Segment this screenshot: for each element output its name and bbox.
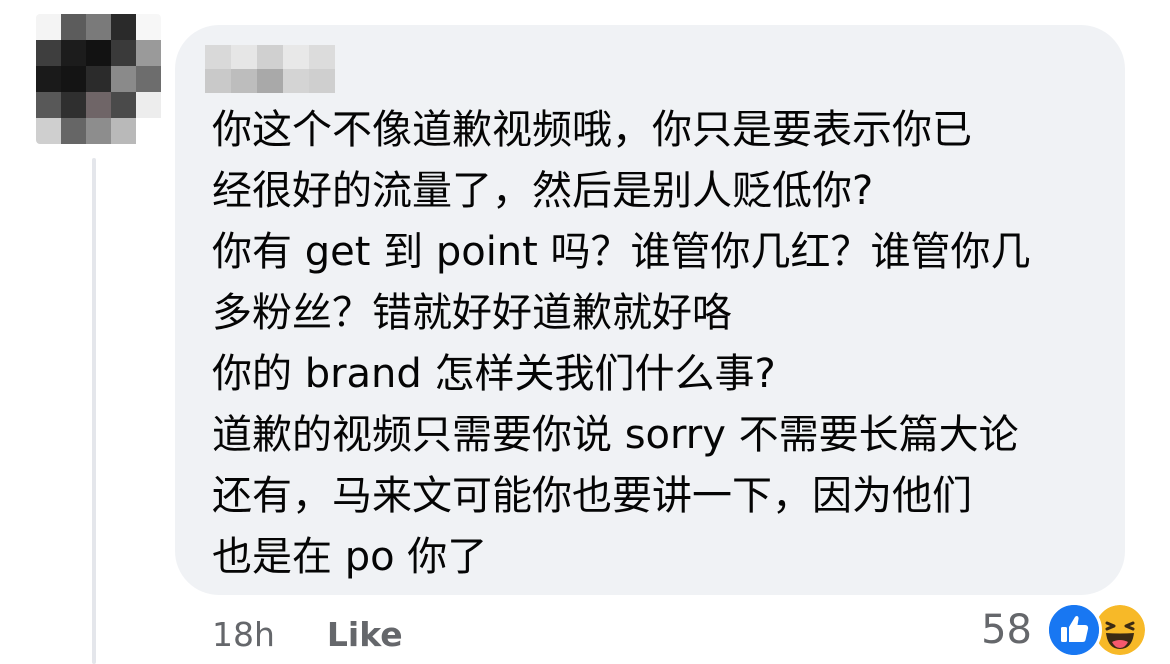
timestamp[interactable]: 18h [212, 615, 275, 654]
avatar[interactable] [36, 14, 161, 144]
comment-line: 道歉的视频只需要你说 sorry 不需要长篇大论 [212, 412, 1019, 458]
like-reaction-icon [1046, 602, 1102, 658]
commenter-name-blurred[interactable] [205, 45, 335, 93]
comment-line: 你的 brand 怎样关我们什么事? [212, 351, 776, 397]
reaction-count: 58 [981, 607, 1032, 653]
comment-text: 你这个不像道歉视频哦，你只是要表示你已 经很好的流量了，然后是别人贬低你? 你有… [212, 100, 1112, 588]
comment-line: 也是在 po 你了 [212, 534, 488, 580]
comment-screen: 你这个不像道歉视频哦，你只是要表示你已 经很好的流量了，然后是别人贬低你? 你有… [0, 0, 1170, 664]
comment-line: 经很好的流量了，然后是别人贬低你? [212, 168, 874, 214]
comment-line: 还有，马来文可能你也要讲一下，因为他们 [212, 473, 972, 519]
like-button[interactable]: Like [327, 615, 403, 654]
comment-meta: 18h Like [212, 610, 403, 658]
reply-thread-line [92, 158, 96, 664]
comment-line: 多粉丝？错就好好道歉就好咯 [212, 290, 732, 336]
comment-line: 你有 get 到 point 吗？谁管你几红？谁管你几 [212, 229, 1031, 275]
comment-line: 你这个不像道歉视频哦，你只是要表示你已 [212, 107, 972, 153]
reactions-summary[interactable]: 58 [981, 602, 1148, 658]
